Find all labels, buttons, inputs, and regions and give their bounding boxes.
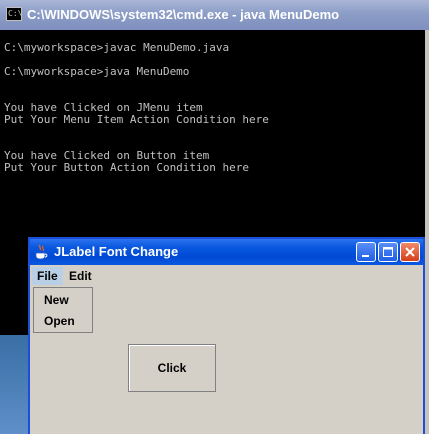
minimize-button[interactable] <box>356 242 376 262</box>
maximize-button[interactable] <box>378 242 398 262</box>
menu-bar: File Edit <box>30 265 423 287</box>
console-line: Put Your Button Action Condition here <box>4 161 250 174</box>
menu-file[interactable]: File <box>32 267 63 285</box>
jframe-window: JLabel Font Change File Edit New Open Cl… <box>28 237 425 434</box>
console-line: C:\myworkspace>javac MenuDemo.java <box>4 41 230 54</box>
console-output: C:\myworkspace>javac MenuDemo.java C:\my… <box>4 42 424 174</box>
console-line: C:\myworkspace>java MenuDemo <box>4 65 190 78</box>
console-title: C:\WINDOWS\system32\cmd.exe - java MenuD… <box>27 7 340 22</box>
console-icon: C:\ <box>6 7 22 21</box>
menu-edit[interactable]: Edit <box>64 267 97 285</box>
console-scrollbar[interactable] <box>425 30 429 434</box>
java-cup-icon <box>35 244 48 260</box>
jframe-titlebar[interactable]: JLabel Font Change <box>30 239 423 265</box>
maximize-icon <box>383 247 393 257</box>
menu-item-new[interactable]: New <box>44 293 69 307</box>
menu-item-open[interactable]: Open <box>44 314 75 328</box>
click-button[interactable]: Click <box>128 344 216 392</box>
close-icon <box>405 247 415 257</box>
file-menu-popup: New Open <box>33 287 93 333</box>
close-button[interactable] <box>400 242 420 262</box>
minimize-icon <box>362 255 369 257</box>
desktop-background <box>0 335 30 434</box>
jframe-title: JLabel Font Change <box>54 244 179 259</box>
console-line: Put Your Menu Item Action Condition here <box>4 113 269 126</box>
console-titlebar[interactable]: C:\ C:\WINDOWS\system32\cmd.exe - java M… <box>0 0 429 30</box>
